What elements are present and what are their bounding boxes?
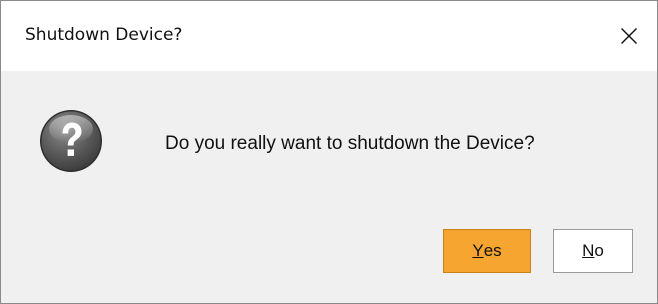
title-bar: Shutdown Device?	[1, 1, 657, 71]
yes-mnemonic: Y	[472, 241, 484, 260]
close-icon	[621, 28, 637, 44]
question-icon	[40, 110, 102, 172]
dialog-title: Shutdown Device?	[25, 25, 183, 45]
no-button[interactable]: No	[553, 229, 633, 273]
close-button[interactable]	[601, 1, 657, 71]
dialog-message: Do you really want to shutdown the Devic…	[165, 133, 535, 154]
no-mnemonic: N	[582, 241, 595, 260]
no-label-rest: o	[594, 241, 604, 260]
shutdown-dialog: Shutdown Device? Do you really want to s…	[0, 0, 658, 304]
yes-label-rest: es	[483, 241, 502, 260]
dialog-body: Do you really want to shutdown the Devic…	[1, 71, 657, 303]
yes-button[interactable]: Yes	[443, 229, 531, 273]
